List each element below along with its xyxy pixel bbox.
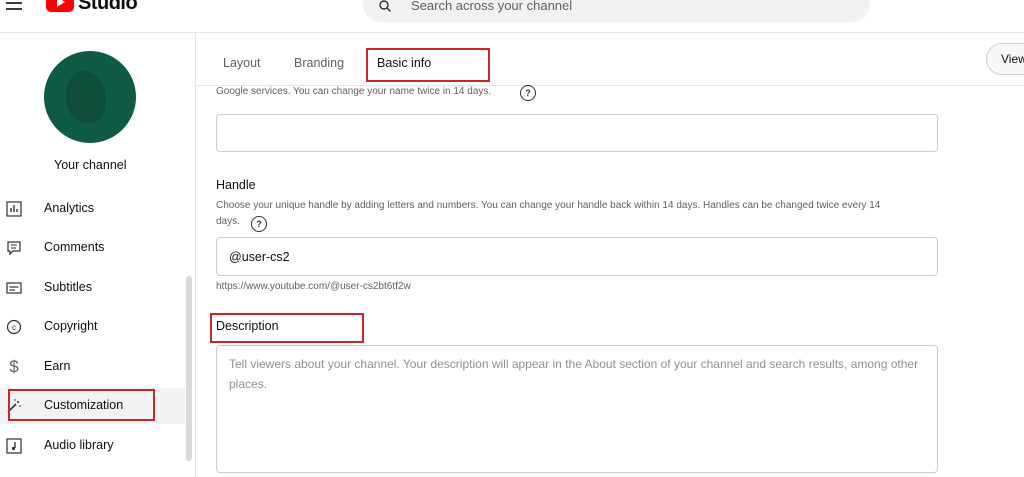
name-help-text: Google services. You can change your nam… [216, 86, 492, 97]
handle-title: Handle [216, 178, 256, 192]
avatar[interactable] [44, 51, 136, 143]
sidebar-item-label: Earn [44, 359, 71, 373]
sidebar-item-earn[interactable]: $ Earn [0, 349, 185, 385]
handle-field[interactable]: @user-cs2 [216, 237, 938, 276]
sidebar-item-label: Comments [44, 240, 105, 254]
copyright-icon: c [6, 319, 22, 335]
handle-help-text: Choose your unique handle by adding lett… [216, 198, 946, 230]
sidebar-item-comments[interactable]: Comments [0, 230, 185, 266]
handle-value: @user-cs2 [229, 250, 290, 264]
studio-logo-text[interactable]: Studio [78, 0, 138, 15]
sidebar-item-label: Copyright [44, 319, 98, 333]
name-field[interactable] [216, 114, 938, 152]
tab-branding[interactable]: Branding [294, 56, 344, 70]
basic-info-highlight [366, 48, 490, 82]
customization-highlight [8, 389, 155, 421]
subtitles-icon [6, 282, 22, 294]
bar-chart-icon [6, 201, 22, 217]
handle-url: https://www.youtube.com/@user-cs2bt6tf2w [216, 281, 411, 292]
handle-help-line-2: days. [216, 216, 240, 227]
sidebar-item-label: Analytics [44, 201, 95, 215]
sidebar-item-label: Subtitles [44, 280, 92, 294]
dollar-icon: $ [9, 357, 19, 376]
search-icon [379, 0, 391, 12]
youtube-logo-icon[interactable] [46, 0, 74, 12]
description-placeholder: Tell viewers about your channel. Your de… [229, 357, 919, 391]
help-icon[interactable]: ? [520, 85, 536, 101]
top-app-bar: Studio Search across your channel [0, 0, 1024, 30]
description-highlight [210, 313, 364, 343]
avatar-figure [66, 71, 106, 123]
handle-help-line-1: Choose your unique handle by adding lett… [216, 200, 881, 211]
view-channel-button[interactable]: View [986, 43, 1024, 75]
help-icon[interactable]: ? [251, 216, 267, 232]
audio-library-icon [6, 438, 22, 454]
view-button-label: View [1001, 52, 1024, 66]
description-textarea[interactable]: Tell viewers about your channel. Your de… [216, 345, 938, 473]
svg-text:c: c [12, 323, 16, 332]
sidebar-item-label: Audio library [44, 438, 114, 452]
sidebar-item-analytics[interactable]: Analytics [0, 191, 185, 227]
sidebar-scrollbar[interactable] [186, 276, 192, 461]
search-placeholder: Search across your channel [411, 0, 573, 13]
sidebar-item-copyright[interactable]: c Copyright [0, 309, 185, 345]
channel-label: Your channel [54, 158, 127, 172]
sidebar-item-audio-library[interactable]: Audio library [0, 428, 185, 464]
tab-bar: Layout Branding Basic info [196, 33, 1024, 86]
search-input[interactable]: Search across your channel [363, 0, 870, 22]
sidebar-item-subtitles[interactable]: Subtitles [0, 270, 185, 306]
menu-icon[interactable] [6, 0, 26, 12]
tab-layout[interactable]: Layout [223, 56, 261, 70]
comment-icon [7, 241, 21, 256]
